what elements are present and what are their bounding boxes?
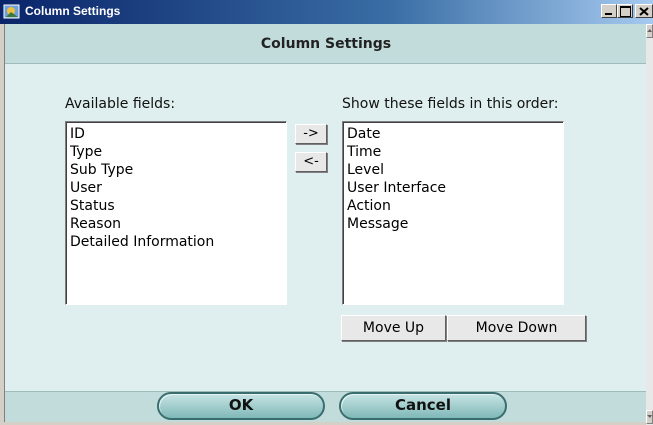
minimize-button[interactable] (601, 4, 617, 18)
ok-button[interactable]: OK (157, 392, 325, 420)
available-field-item[interactable]: Detailed Information (70, 233, 282, 251)
move-down-button[interactable]: Move Down (447, 315, 586, 341)
shown-field-item[interactable]: Level (347, 161, 559, 179)
available-fields-list[interactable]: ID Type Sub Type User Status Reason Detailed I… (65, 121, 287, 305)
close-button[interactable] (635, 4, 653, 18)
available-field-item[interactable]: Type (70, 143, 282, 161)
shown-field-item[interactable]: User Interface (347, 179, 559, 197)
available-fields-label: Available fields: (65, 96, 176, 112)
scroll-up-arrow-icon[interactable] (646, 24, 653, 38)
available-field-item[interactable]: Reason (70, 215, 282, 233)
dialog-heading: Column Settings (260, 36, 392, 52)
title-bar[interactable]: Column Settings (0, 0, 653, 24)
available-field-item[interactable]: User (70, 179, 282, 197)
add-field-button[interactable]: -> (295, 124, 327, 144)
available-field-item[interactable]: ID (70, 125, 282, 143)
cancel-button[interactable]: Cancel (339, 392, 507, 420)
shown-field-item[interactable]: Action (347, 197, 559, 215)
shown-field-item[interactable]: Date (347, 125, 559, 143)
remove-field-button[interactable]: <- (295, 152, 327, 172)
header-band: Column Settings (5, 24, 647, 64)
shown-fields-list[interactable]: Date Time Level User Interface Action Message (342, 121, 564, 305)
move-up-button[interactable]: Move Up (341, 315, 446, 341)
scroll-down-arrow-icon[interactable] (646, 410, 653, 424)
app-icon (3, 4, 20, 19)
shown-field-item[interactable]: Message (347, 215, 559, 233)
shown-field-item[interactable]: Time (347, 143, 559, 161)
dialog-content: Column Settings Available fields: Show t… (4, 24, 647, 422)
maximize-button[interactable] (617, 4, 633, 18)
available-field-item[interactable]: Sub Type (70, 161, 282, 179)
close-icon (639, 7, 649, 16)
shown-fields-label: Show these fields in this order: (342, 96, 559, 112)
footer-band (5, 391, 647, 422)
available-field-item[interactable]: Status (70, 197, 282, 215)
window-title: Column Settings (25, 4, 121, 18)
column-settings-window: Column Settings Column Settings Availabl… (0, 0, 653, 425)
vertical-scrollbar[interactable] (646, 24, 653, 425)
